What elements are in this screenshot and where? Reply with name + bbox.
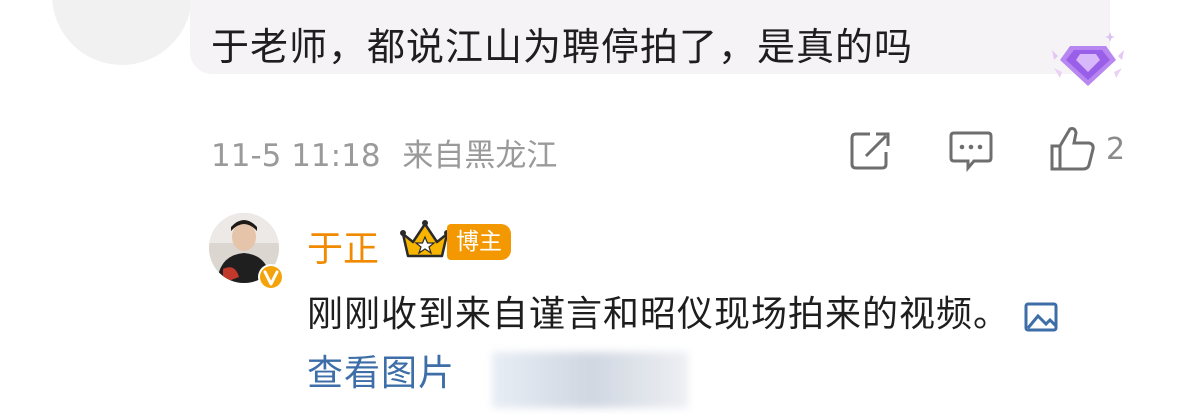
like-button[interactable]: 2 <box>1048 124 1125 174</box>
thumbs-up-icon <box>1050 127 1095 171</box>
reply-body: 刚刚收到来自谨言和昭仪现场拍来的视频。 <box>307 294 1011 335</box>
comment-timestamp: 11-5 11:18 <box>211 138 381 174</box>
view-image-label: 查看图片 <box>307 353 456 394</box>
comment-button[interactable] <box>948 128 994 172</box>
image-icon <box>1024 302 1058 332</box>
commenter-avatar[interactable] <box>52 0 192 65</box>
comment-icon <box>949 131 993 172</box>
blogger-tag: 博主 <box>447 224 511 260</box>
comment-text: 于老师，都说江山为聘停拍了，是真的吗 <box>211 25 914 69</box>
reply-author-name[interactable]: 于正 <box>307 220 379 272</box>
comment-meta: 11-5 11:18 来自黑龙江 <box>211 130 557 175</box>
diamond-badge-icon <box>1052 32 1124 86</box>
crown-icon <box>400 220 450 258</box>
share-icon <box>850 132 890 170</box>
comment-location: 来自黑龙江 <box>402 138 558 174</box>
reply-text: 刚刚收到来自谨言和昭仪现场拍来的视频。查看图片 <box>307 285 1087 403</box>
verified-icon <box>258 264 284 290</box>
like-count: 2 <box>1106 131 1126 167</box>
forward-button[interactable] <box>848 128 892 172</box>
blurred-region <box>492 352 688 408</box>
